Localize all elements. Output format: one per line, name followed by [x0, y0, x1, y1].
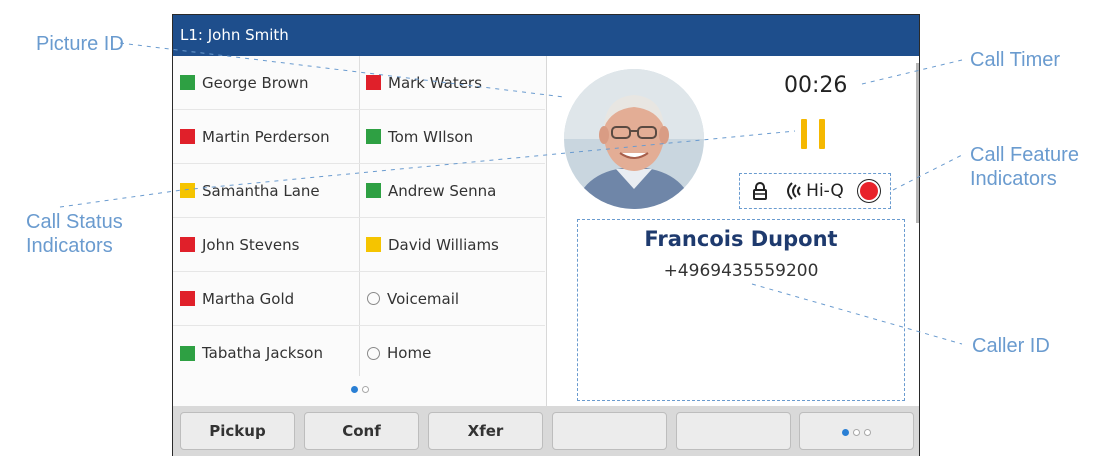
status-indicator-icon	[366, 183, 381, 198]
caller-name: Francois Dupont	[644, 227, 838, 251]
contact-name: Martin Perderson	[202, 127, 330, 146]
contact-item[interactable]: Mark Waters	[359, 56, 545, 110]
softkey-conf[interactable]: Conf	[304, 412, 419, 450]
callout-call-status-indicators: Call Status Indicators	[26, 210, 123, 258]
status-indicator-icon	[366, 75, 381, 90]
contact-item[interactable]: John Stevens	[173, 218, 359, 272]
contact-item[interactable]: Tabatha Jackson	[173, 326, 359, 380]
status-indicator-icon	[180, 129, 195, 144]
panel-scrollbar[interactable]	[916, 63, 919, 223]
status-indicator-icon	[180, 345, 195, 361]
contact-name: Andrew Senna	[388, 181, 497, 200]
contact-name: Tom WIlson	[388, 127, 474, 146]
contact-item[interactable]: Samantha Lane	[173, 164, 359, 218]
contact-name: David Williams	[388, 235, 499, 254]
call-timer: 00:26	[784, 73, 848, 98]
contact-name: Samantha Lane	[202, 181, 320, 200]
status-indicator-icon	[180, 75, 195, 90]
contact-column-2: Mark Waters Tom WIlson Andrew Senna Davi…	[359, 56, 545, 376]
contact-item[interactable]: Home	[359, 326, 545, 380]
contact-item[interactable]: Voicemail	[359, 272, 545, 326]
lock-icon	[753, 182, 768, 200]
status-indicator-icon	[366, 129, 381, 144]
unmonitored-circle-icon	[367, 346, 380, 360]
phone-screen: L1: John Smith George Brown Martin Perde…	[172, 14, 920, 456]
contact-name: Martha Gold	[202, 289, 295, 308]
contact-name: George Brown	[202, 73, 309, 92]
contact-item[interactable]: Martin Perderson	[173, 110, 359, 164]
callout-call-timer: Call Timer	[970, 49, 1061, 71]
page-dot-active	[350, 386, 358, 393]
contact-item[interactable]: Tom WIlson	[359, 110, 545, 164]
softkey-blank-2[interactable]	[676, 412, 791, 450]
page-dot	[361, 386, 369, 393]
contact-item[interactable]: Martha Gold	[173, 272, 359, 326]
callout-call-feature-indicators: Call Feature Indicators	[970, 143, 1079, 191]
contact-item[interactable]: George Brown	[173, 56, 359, 110]
contact-name: John Stevens	[202, 235, 300, 254]
softkey-blank-1[interactable]	[552, 412, 667, 450]
callout-call-feature-line1: Call Feature	[970, 144, 1079, 166]
caller-photo-image	[564, 69, 704, 209]
hd-audio-indicator: Hi-Q	[784, 181, 844, 201]
softkey-bar: Pickup Conf Xfer	[173, 406, 919, 456]
contact-item[interactable]: Andrew Senna	[359, 164, 545, 218]
softkey-pickup[interactable]: Pickup	[180, 412, 295, 450]
contact-name: Home	[387, 344, 432, 362]
status-indicator-icon	[180, 237, 195, 252]
record-icon	[859, 182, 878, 200]
contact-item[interactable]: David Williams	[359, 218, 545, 272]
contact-name: Mark Waters	[388, 73, 482, 92]
softkey-page-dot-active	[842, 429, 849, 436]
caller-number: +4969435559200	[663, 261, 819, 281]
callout-call-status-line1: Call Status	[26, 211, 123, 233]
contact-name: Tabatha Jackson	[202, 344, 323, 362]
unmonitored-circle-icon	[367, 292, 380, 305]
contact-name: Voicemail	[387, 289, 460, 308]
call-feature-indicators: Hi-Q	[739, 173, 891, 209]
status-indicator-icon	[180, 291, 195, 306]
softkey-page-dot	[864, 429, 871, 436]
line-title-bar: L1: John Smith	[173, 15, 919, 56]
status-indicator-icon	[180, 183, 195, 198]
caller-picture-id	[564, 69, 704, 209]
softkey-xfer[interactable]: Xfer	[428, 412, 543, 450]
contact-column-1: George Brown Martin Perderson Samantha L…	[173, 56, 360, 376]
status-indicator-icon	[366, 237, 381, 252]
hd-audio-wave-icon	[787, 182, 801, 200]
callout-call-status-line2: Indicators	[26, 235, 113, 257]
callout-picture-id: Picture ID	[36, 33, 124, 55]
callout-caller-id: Caller ID	[972, 335, 1050, 357]
softkey-more-button[interactable]	[799, 412, 914, 450]
hd-audio-label: Hi-Q	[806, 181, 844, 201]
hold-status-icon	[801, 119, 827, 149]
contact-list: George Brown Martin Perderson Samantha L…	[173, 56, 547, 406]
softkey-page-dot	[853, 429, 860, 436]
list-page-indicator	[173, 386, 546, 393]
callout-call-feature-line2: Indicators	[970, 168, 1057, 190]
